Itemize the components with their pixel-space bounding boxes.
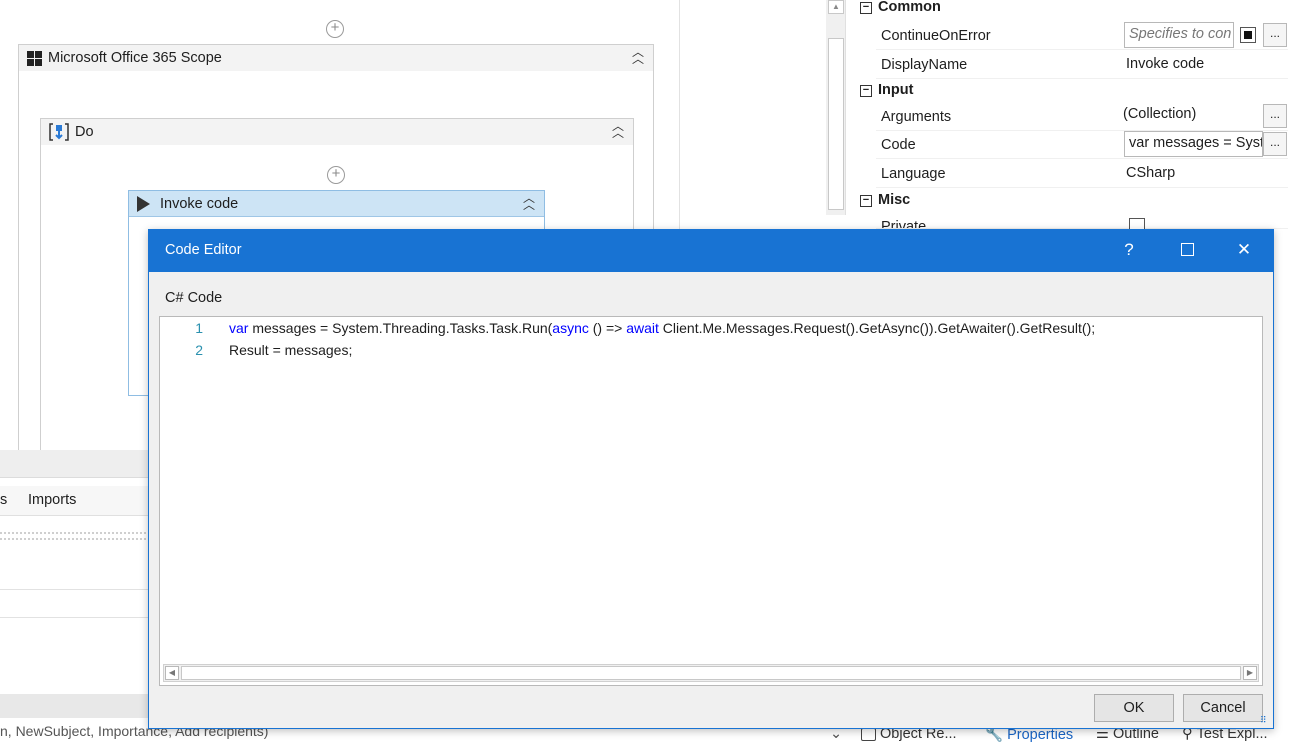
help-icon[interactable]: ? xyxy=(1117,238,1141,262)
maximize-icon[interactable] xyxy=(1175,238,1199,262)
display-name-value[interactable]: Invoke code xyxy=(1126,56,1204,72)
invoke-code-header[interactable]: Invoke code ︿ ︿ xyxy=(129,191,544,217)
resize-grip-icon[interactable]: ⠿ xyxy=(1260,715,1270,725)
line-code: var messages = System.Threading.Tasks.Ta… xyxy=(229,320,1095,336)
property-private[interactable]: Private xyxy=(876,213,1288,229)
collapse-icon[interactable]: ︿ ︿ xyxy=(520,192,538,212)
arguments-ellipsis-button[interactable]: ... xyxy=(1263,104,1287,128)
code-keyword: await xyxy=(626,320,659,336)
property-language[interactable]: Language CSharp xyxy=(876,160,1288,188)
scroll-right-icon[interactable]: ▶ xyxy=(1243,666,1257,680)
invoke-code-title: Invoke code xyxy=(160,195,239,212)
sequence-icon xyxy=(49,123,69,141)
continue-on-error-field[interactable]: Specifies to con xyxy=(1124,22,1234,48)
bottom-left-panel: s Imports xyxy=(0,450,150,742)
play-icon xyxy=(137,195,150,212)
code-text: Client.Me.Messages.Request().GetAsync())… xyxy=(658,320,1096,336)
code-line[interactable]: 2 Result = messages; xyxy=(160,342,1262,364)
variables-tabs: s Imports xyxy=(0,486,150,516)
code-text: () => xyxy=(588,320,627,336)
office365-scope-header[interactable]: Microsoft Office 365 Scope ︿ ︿ xyxy=(19,45,653,71)
object-repository-icon xyxy=(861,727,876,741)
category-common[interactable]: − Common xyxy=(858,0,1288,22)
collapse-icon[interactable]: ︿ ︿ xyxy=(609,120,627,140)
tab-imports[interactable]: Imports xyxy=(28,492,76,508)
dialog-titlebar[interactable]: Code Editor ? ✕ xyxy=(149,230,1273,272)
code-language-label: C# Code xyxy=(165,290,223,306)
collapse-icon[interactable]: ︿ ︿ xyxy=(629,46,647,66)
scroll-thumb[interactable] xyxy=(181,666,1241,680)
code-text: messages = System.Threading.Tasks.Task.R… xyxy=(248,320,553,336)
property-arguments[interactable]: Arguments (Collection) xyxy=(876,103,1288,131)
line-code: Result = messages; xyxy=(229,342,352,358)
code-editor[interactable]: 1 var messages = System.Threading.Tasks.T… xyxy=(159,316,1263,686)
collapse-category-icon[interactable]: − xyxy=(860,85,872,97)
add-activity-icon[interactable]: + xyxy=(326,20,344,38)
row-divider xyxy=(0,589,150,590)
panel-strip xyxy=(0,450,150,478)
collapse-category-icon[interactable]: − xyxy=(860,2,872,14)
collapse-category-icon[interactable]: − xyxy=(860,195,872,207)
category-misc[interactable]: − Misc xyxy=(858,191,1288,215)
continue-on-error-ellipsis-button[interactable]: ... xyxy=(1263,23,1287,47)
windows-logo-icon xyxy=(27,50,42,66)
close-icon[interactable]: ✕ xyxy=(1232,238,1256,262)
code-line[interactable]: 1 var messages = System.Threading.Tasks.T… xyxy=(160,320,1262,342)
panel-footer xyxy=(0,694,150,718)
scroll-up-icon[interactable]: ▲ xyxy=(828,0,844,14)
grid-divider xyxy=(0,532,150,540)
category-input[interactable]: − Input xyxy=(858,81,1288,105)
code-text: Result = messages; xyxy=(229,342,353,358)
horizontal-scrollbar[interactable]: ◀ ▶ xyxy=(163,664,1259,682)
cancel-button[interactable]: Cancel xyxy=(1183,694,1263,722)
continue-on-error-checkbox[interactable] xyxy=(1240,27,1256,43)
tab-arguments-partial[interactable]: s xyxy=(0,492,7,508)
row-divider xyxy=(0,617,150,618)
scroll-thumb[interactable] xyxy=(828,38,844,210)
office365-scope-title: Microsoft Office 365 Scope xyxy=(48,50,222,66)
add-activity-icon[interactable]: + xyxy=(327,166,345,184)
line-number: 1 xyxy=(195,320,203,336)
arguments-value: (Collection) xyxy=(1123,106,1197,122)
dialog-title: Code Editor xyxy=(165,242,242,258)
property-display-name[interactable]: DisplayName Invoke code xyxy=(876,51,1288,79)
code-keyword: async xyxy=(552,320,589,336)
code-ellipsis-button[interactable]: ... xyxy=(1263,132,1287,156)
do-sequence-header[interactable]: Do ︿ ︿ xyxy=(41,119,633,145)
properties-scrollbar[interactable]: ▲ xyxy=(826,0,846,215)
code-editor-dialog: Code Editor ? ✕ C# Code 1 var messages = … xyxy=(148,229,1274,729)
scroll-left-icon[interactable]: ◀ xyxy=(165,666,179,680)
language-value[interactable]: CSharp xyxy=(1126,165,1175,181)
code-field[interactable]: var messages = Syst xyxy=(1124,131,1263,157)
line-number: 2 xyxy=(195,342,203,358)
private-checkbox[interactable] xyxy=(1129,218,1145,229)
code-keyword: var xyxy=(229,320,249,336)
ok-button[interactable]: OK xyxy=(1094,694,1174,722)
do-sequence-title: Do xyxy=(75,124,94,140)
